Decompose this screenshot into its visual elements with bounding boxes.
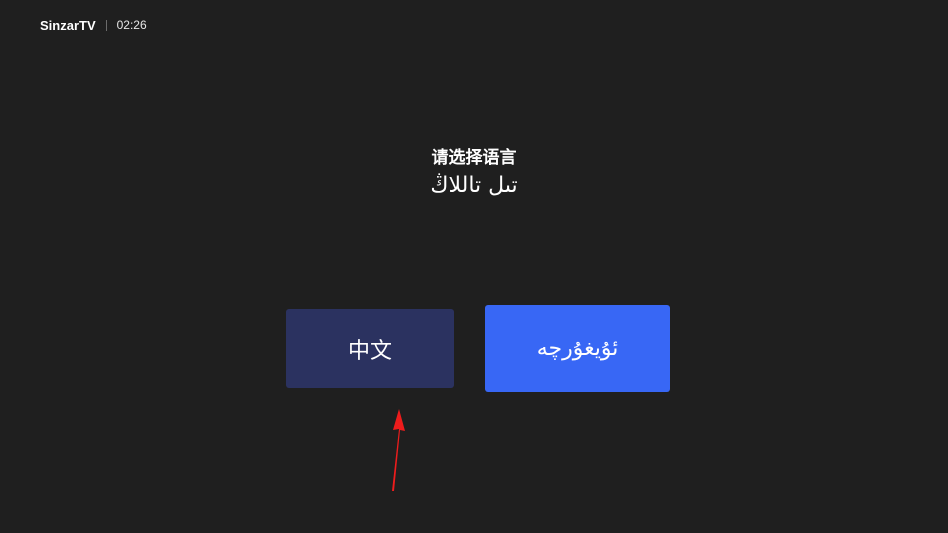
uyghur-language-button[interactable]: ئۇيغۇرچە [485,305,670,392]
app-brand: SinzarTV [40,17,96,33]
red-arrow-up-icon [392,409,405,491]
clock: 02:26 [116,18,147,32]
language-selection-screen: SinzarTV 02:26 请选择语言 تىل تاللاڭ 中文 ئۇيغۇ… [0,0,948,533]
status-bar: SinzarTV 02:26 [40,15,147,35]
chinese-language-label: 中文 [347,338,392,364]
chinese-language-button[interactable]: 中文 [286,309,454,388]
prompt-uyghur: تىل تاللاڭ [430,173,518,198]
prompt-chinese: 请选择语言 [431,148,517,168]
status-divider [105,19,107,31]
language-prompt: 请选择语言 تىل تاللاڭ [0,146,948,202]
uyghur-language-label: ئۇيغۇرچە [536,336,619,361]
